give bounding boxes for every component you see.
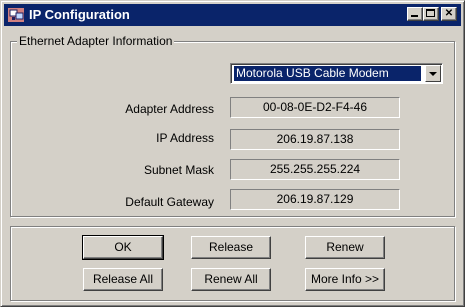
release-all-button[interactable]: Release All bbox=[83, 268, 163, 291]
adapter-select-value: Motorola USB Cable Modem bbox=[234, 66, 421, 81]
group-label: Ethernet Adapter Information bbox=[17, 34, 175, 48]
maximize-icon bbox=[426, 9, 435, 17]
ip-address-label: IP Address bbox=[156, 131, 214, 145]
ok-button[interactable]: OK bbox=[82, 235, 164, 260]
network-computer-icon bbox=[8, 8, 24, 22]
renew-button-label: Renew bbox=[326, 240, 364, 254]
release-button[interactable]: Release bbox=[191, 236, 271, 259]
adapter-select[interactable]: Motorola USB Cable Modem bbox=[230, 63, 443, 84]
window-title: IP Configuration bbox=[29, 7, 130, 22]
release-all-button-label: Release All bbox=[92, 272, 154, 286]
maximize-button[interactable] bbox=[423, 7, 439, 21]
renew-all-button[interactable]: Renew All bbox=[191, 268, 271, 291]
minimize-button[interactable] bbox=[407, 7, 423, 21]
default-gateway-field: 206.19.87.129 bbox=[230, 189, 400, 210]
close-button[interactable]: ✕ bbox=[441, 7, 457, 21]
subnet-mask-field: 255.255.255.224 bbox=[230, 159, 400, 180]
adapter-address-label: Adapter Address bbox=[125, 102, 214, 116]
default-gateway-label: Default Gateway bbox=[125, 195, 214, 209]
ip-address-field: 206.19.87.138 bbox=[230, 129, 400, 150]
more-info-button-label: More Info >> bbox=[310, 272, 380, 286]
renew-all-button-label: Renew All bbox=[204, 272, 258, 286]
chevron-down-icon bbox=[429, 72, 437, 76]
dropdown-button[interactable] bbox=[425, 65, 441, 82]
adapter-address-field: 00-08-0E-D2-F4-46 bbox=[230, 97, 400, 118]
renew-button[interactable]: Renew bbox=[305, 236, 385, 259]
release-button-label: Release bbox=[208, 240, 254, 254]
close-icon: ✕ bbox=[444, 8, 454, 19]
minimize-icon bbox=[411, 15, 418, 17]
title-bar[interactable]: IP Configuration ✕ bbox=[4, 4, 461, 26]
ip-configuration-window: IP Configuration ✕ Ethernet Adapter Info… bbox=[0, 0, 465, 307]
ok-button-label: OK bbox=[114, 240, 132, 254]
subnet-mask-label: Subnet Mask bbox=[143, 163, 214, 177]
more-info-button[interactable]: More Info >> bbox=[305, 268, 385, 291]
